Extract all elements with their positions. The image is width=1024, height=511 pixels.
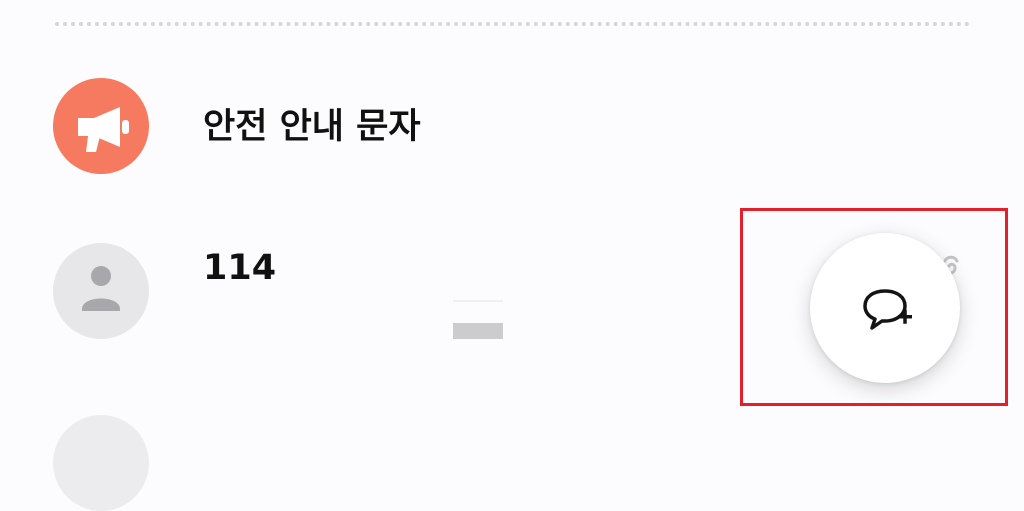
conversation-row-1[interactable]: 안전 안내 문자 (0, 78, 1024, 174)
preview-placeholder (453, 323, 503, 339)
list-divider (55, 22, 970, 26)
preview-placeholder-top (453, 300, 503, 302)
new-chat-icon (863, 289, 912, 330)
avatar-megaphone (53, 78, 149, 174)
new-chat-button[interactable] (810, 233, 960, 383)
conversation-title: 안전 안내 문자 (203, 107, 421, 147)
avatar-person (53, 243, 149, 339)
person-icon (82, 266, 120, 311)
megaphone-icon (78, 107, 129, 152)
next-avatar (53, 415, 149, 511)
conversation-title: 114 (203, 248, 277, 288)
